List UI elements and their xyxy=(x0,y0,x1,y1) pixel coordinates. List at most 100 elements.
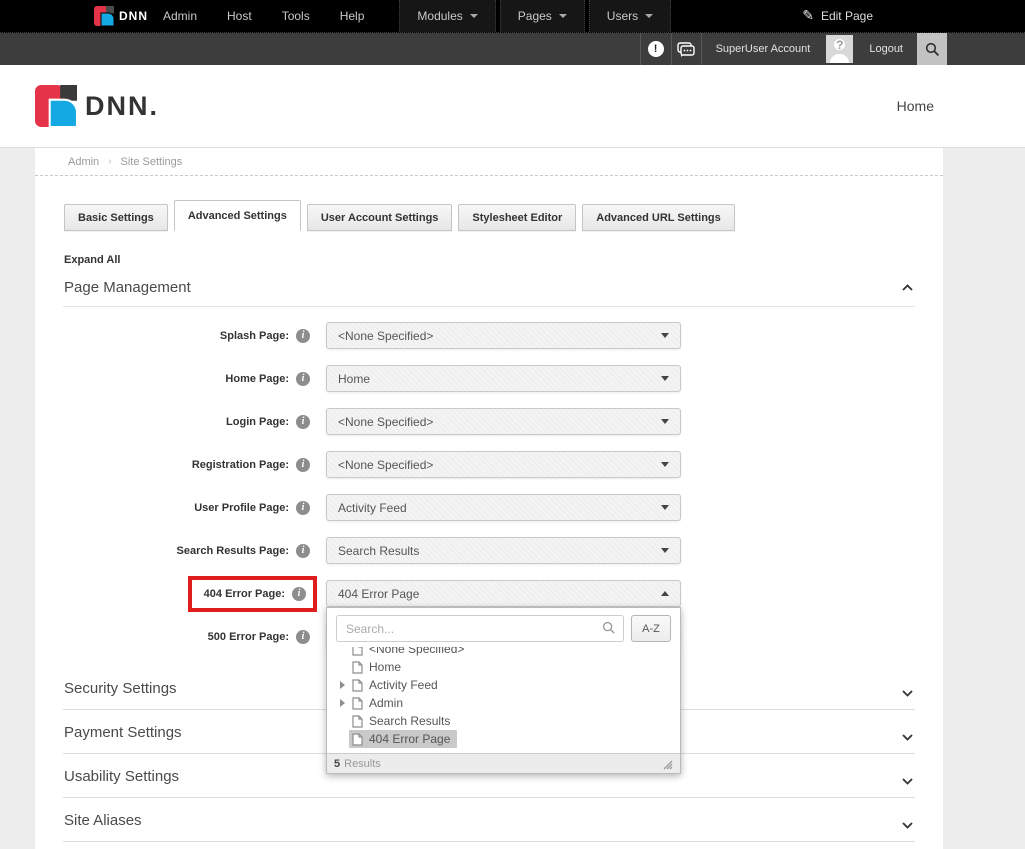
login-page-select[interactable]: <None Specified> xyxy=(326,408,681,435)
section-header-site-aliases[interactable]: Site Aliases xyxy=(63,798,915,842)
resize-handle-icon[interactable] xyxy=(661,758,673,770)
nav-link-home[interactable]: Home xyxy=(897,98,934,114)
tab-stylesheet-editor[interactable]: Stylesheet Editor xyxy=(458,204,576,231)
field-row-search-results-page: Search Results Page: i Search Results xyxy=(35,537,943,564)
field-row-splash-page: Splash Page:i <None Specified> xyxy=(35,322,943,349)
menu-dropdown-modules[interactable]: Modules xyxy=(399,0,495,32)
messages-button[interactable] xyxy=(671,33,702,65)
list-item-none-specified[interactable]: <None Specified> xyxy=(327,647,680,658)
chevron-down-icon xyxy=(661,505,669,510)
chevron-down-icon xyxy=(902,822,913,829)
field-label: 404 Error Page: xyxy=(204,588,285,600)
menu-item-tools[interactable]: Tools xyxy=(267,0,325,32)
info-icon[interactable]: i xyxy=(296,372,310,386)
search-button[interactable] xyxy=(917,33,947,65)
menu-item-host[interactable]: Host xyxy=(212,0,267,32)
field-label: Login Page: xyxy=(226,416,289,428)
menu-item-admin[interactable]: Admin xyxy=(148,0,212,32)
chevron-down-icon xyxy=(661,376,669,381)
avatar-placeholder-glyph: ? xyxy=(826,38,853,52)
list-item-404-error-page[interactable]: 404 Error Page xyxy=(327,730,680,748)
expand-arrow-icon[interactable] xyxy=(340,699,345,707)
select-value: Home xyxy=(338,372,370,386)
admin-control-bar: DNN Admin Host Tools Help Modules Pages … xyxy=(0,0,1025,33)
chevron-down-icon xyxy=(902,734,913,741)
tab-basic-settings[interactable]: Basic Settings xyxy=(64,204,168,231)
edit-page-button[interactable]: ✎ Edit Page xyxy=(802,0,873,32)
field-label: Search Results Page: xyxy=(177,545,290,557)
user-profile-page-select[interactable]: Activity Feed xyxy=(326,494,681,521)
content-panel: Admin › Site Settings Basic Settings Adv… xyxy=(35,148,943,849)
home-page-select[interactable]: Home xyxy=(326,365,681,392)
expand-arrow-icon[interactable] xyxy=(340,681,345,689)
info-icon[interactable]: i xyxy=(292,587,306,601)
list-item-admin[interactable]: Admin xyxy=(327,694,680,712)
avatar-silhouette-icon xyxy=(830,54,849,63)
registration-page-select[interactable]: <None Specified> xyxy=(326,451,681,478)
menu-dropdown-users[interactable]: Users xyxy=(589,0,671,32)
tab-advanced-settings[interactable]: Advanced Settings xyxy=(174,200,301,231)
menu-dropdown-users-label: Users xyxy=(607,9,638,23)
avatar[interactable]: ? xyxy=(826,35,853,63)
field-row-login-page: Login Page: i <None Specified> xyxy=(35,408,943,435)
red-highlight-box: 404 Error Page: i xyxy=(188,576,317,612)
chevron-down-icon xyxy=(661,419,669,424)
page-picker-dropdown: A-Z <None Specified> xyxy=(326,607,681,774)
tab-advanced-url-settings[interactable]: Advanced URL Settings xyxy=(582,204,735,231)
dnn-logo-small: DNN xyxy=(94,0,148,32)
field-label: User Profile Page: xyxy=(194,502,289,514)
user-account-link[interactable]: SuperUser Account xyxy=(702,33,825,65)
tab-user-account-settings[interactable]: User Account Settings xyxy=(307,204,453,231)
settings-tabs: Basic Settings Advanced Settings User Ac… xyxy=(35,176,943,231)
chat-bubbles-icon xyxy=(677,42,695,57)
select-value: 404 Error Page xyxy=(338,587,419,601)
info-icon[interactable]: i xyxy=(296,458,310,472)
results-count-text: 5Results xyxy=(334,758,381,770)
user-bar: ! SuperUser Account ? Logout xyxy=(0,33,1025,65)
search-icon xyxy=(925,42,940,57)
chevron-down-icon xyxy=(661,462,669,467)
menu-dropdown-pages[interactable]: Pages xyxy=(500,0,585,32)
list-item-search-results[interactable]: Search Results xyxy=(327,712,680,730)
search-results-page-select[interactable]: Search Results xyxy=(326,537,681,564)
logout-link[interactable]: Logout xyxy=(855,33,917,65)
menu-dropdown-modules-label: Modules xyxy=(417,9,462,23)
info-icon[interactable]: i xyxy=(296,501,310,515)
expand-all-link[interactable]: Expand All xyxy=(64,254,943,266)
field-row-home-page: Home Page:i Home xyxy=(35,365,943,392)
section-title: Security Settings xyxy=(64,680,177,697)
chevron-up-icon xyxy=(661,591,669,596)
dropdown-search-row: A-Z xyxy=(327,608,680,647)
page-management-form: Splash Page:i <None Specified> Home Page… xyxy=(35,322,943,650)
info-icon[interactable]: i xyxy=(296,544,310,558)
page-icon xyxy=(352,679,363,692)
search-input[interactable] xyxy=(336,615,624,642)
info-icon[interactable]: i xyxy=(296,630,310,644)
notifications-button[interactable]: ! xyxy=(640,33,671,65)
section-header-page-management[interactable]: Page Management xyxy=(63,279,915,307)
error-404-page-select[interactable]: 404 Error Page xyxy=(326,580,681,607)
menu-dropdown-group: Modules Pages Users xyxy=(399,0,675,32)
section-title: Usability Settings xyxy=(64,768,179,785)
info-icon[interactable]: i xyxy=(296,415,310,429)
select-value: Activity Feed xyxy=(338,501,407,515)
list-item-activity-feed[interactable]: Activity Feed xyxy=(327,676,680,694)
chevron-down-icon xyxy=(902,778,913,785)
page-icon xyxy=(352,733,363,746)
info-icon[interactable]: i xyxy=(296,329,310,343)
breadcrumb-admin[interactable]: Admin xyxy=(68,156,99,168)
list-item-home[interactable]: Home xyxy=(327,658,680,676)
chevron-down-icon xyxy=(902,690,913,697)
splash-page-select[interactable]: <None Specified> xyxy=(326,322,681,349)
chevron-down-icon xyxy=(661,333,669,338)
sort-az-button[interactable]: A-Z xyxy=(631,615,671,642)
field-label: 500 Error Page: xyxy=(208,631,289,643)
chevron-up-icon xyxy=(902,284,913,291)
breadcrumb: Admin › Site Settings xyxy=(35,148,943,176)
section-title: Site Aliases xyxy=(64,812,142,829)
menu-dropdown-pages-label: Pages xyxy=(518,9,552,23)
menu-item-help[interactable]: Help xyxy=(325,0,380,32)
alert-icon: ! xyxy=(648,41,664,57)
breadcrumb-site-settings[interactable]: Site Settings xyxy=(121,156,183,168)
page-icon xyxy=(352,661,363,674)
